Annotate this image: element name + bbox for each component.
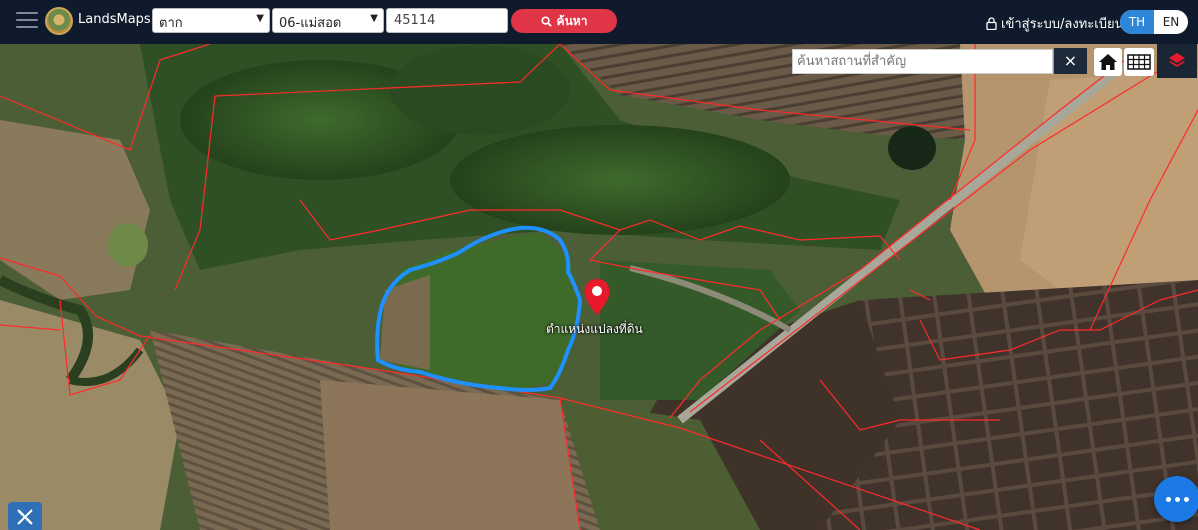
grid-icon — [1127, 54, 1151, 70]
marker-label: ตำแหน่งแปลงที่ดิน — [546, 322, 643, 336]
more-icon — [1165, 496, 1171, 502]
chevron-down-icon: ▼ — [256, 13, 264, 24]
search-button-label: ค้นหา — [556, 13, 588, 28]
home-icon — [1099, 54, 1117, 70]
chevron-down-icon: ▼ — [370, 13, 378, 24]
login-link[interactable]: เข้าสู่ระบบ/ลงทะเบียน — [986, 13, 1123, 34]
district-select-value: 06-แม่สอด — [279, 16, 342, 31]
clear-search-button[interactable]: × — [1054, 48, 1087, 74]
measure-tool-button[interactable] — [8, 502, 42, 530]
province-select-value: ตาก — [159, 16, 183, 31]
app-title: LandsMaps — [78, 12, 151, 27]
layers-button[interactable] — [1157, 44, 1197, 78]
province-select[interactable]: ตาก ▼ — [152, 8, 270, 33]
parcel-number-input[interactable] — [386, 8, 508, 33]
language-toggle: TH EN — [1120, 10, 1188, 34]
ruler-tool-icon — [17, 509, 33, 525]
top-navbar: LandsMaps ตาก ▼ 06-แม่สอด ▼ ค้นหา เข้าสู… — [0, 0, 1198, 44]
lock-icon — [986, 17, 997, 30]
map-pin-icon[interactable] — [583, 278, 611, 316]
app-logo[interactable] — [45, 7, 73, 35]
layers-icon — [1169, 53, 1185, 67]
place-search-input[interactable] — [792, 49, 1053, 74]
lang-en-button[interactable]: EN — [1154, 10, 1188, 34]
lang-th-button[interactable]: TH — [1120, 10, 1154, 34]
district-select[interactable]: 06-แม่สอด ▼ — [272, 8, 384, 33]
more-button[interactable] — [1154, 476, 1198, 522]
menu-icon[interactable] — [16, 12, 38, 30]
search-button[interactable]: ค้นหา — [511, 9, 617, 33]
grid-toggle-button[interactable] — [1124, 48, 1154, 76]
login-label: เข้าสู่ระบบ/ลงทะเบียน — [1001, 17, 1124, 32]
search-icon — [541, 15, 552, 27]
home-button[interactable] — [1094, 48, 1122, 76]
